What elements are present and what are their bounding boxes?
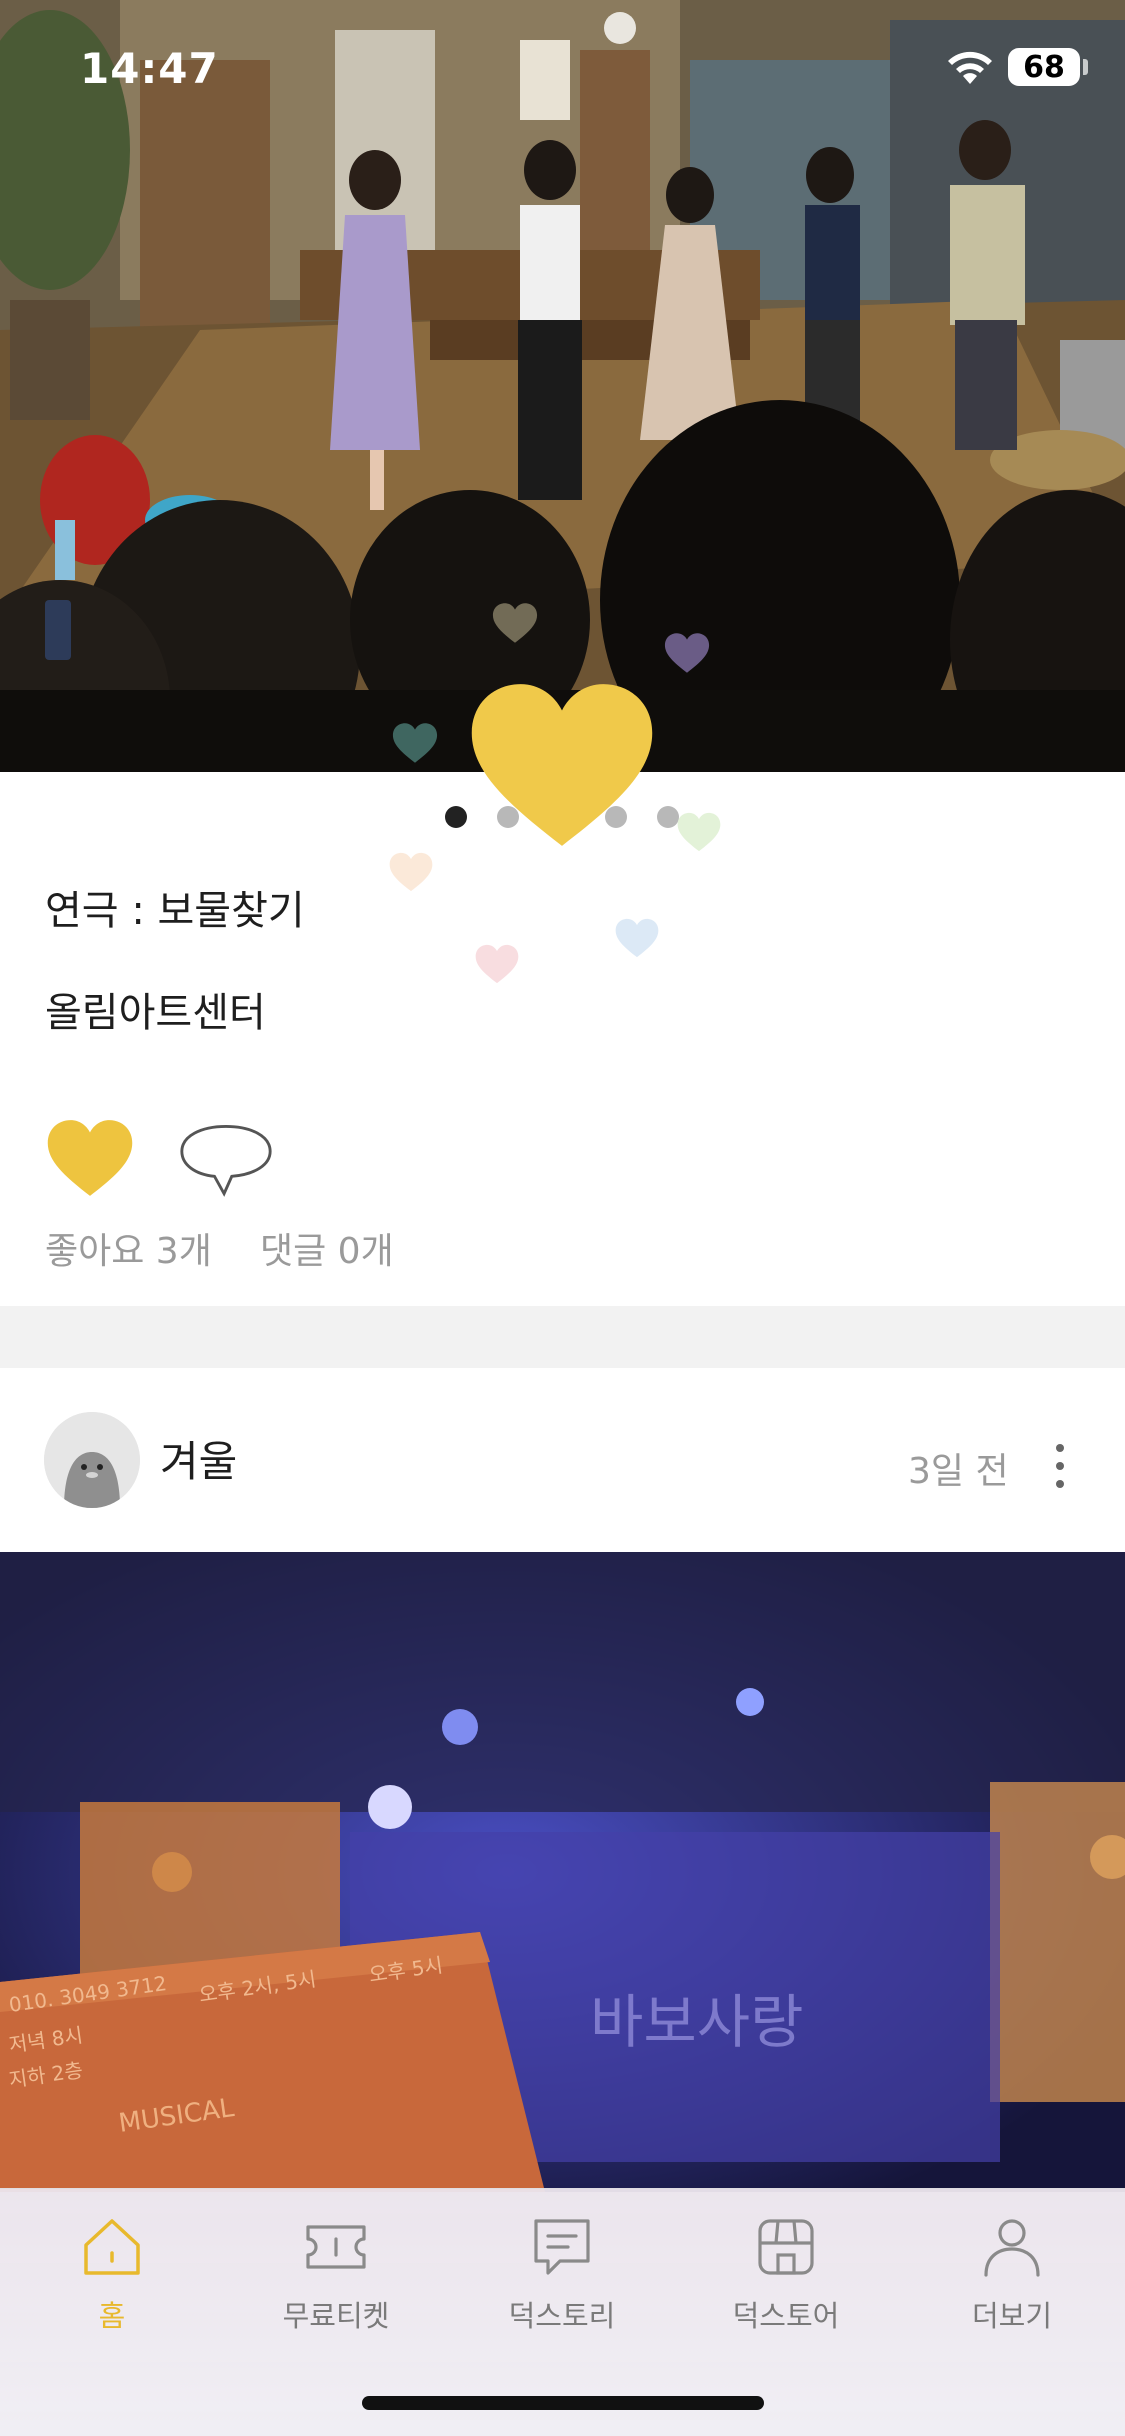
tab-label-home: 홈 [98, 2299, 126, 2333]
more-options-icon[interactable] [1040, 1440, 1080, 1492]
person-icon [984, 2219, 1040, 2277]
home-indicator [362, 2396, 764, 2410]
floating-heart-icon [615, 918, 659, 958]
status-bar: 14:47 68 [0, 0, 1125, 140]
post-venue: 올림아트센터 [45, 990, 266, 1036]
tab-more[interactable]: 더보기 [912, 2211, 1112, 2371]
battery-indicator: 68 [1008, 48, 1080, 86]
section-divider [0, 1306, 1125, 1368]
comments-count[interactable]: 댓글 0개 [260, 1222, 394, 1274]
chat-bubble-icon [534, 2219, 590, 2275]
floating-heart-icon [677, 812, 721, 852]
avatar[interactable] [44, 1412, 140, 1508]
floating-heart-icon [389, 852, 433, 892]
post-title: 연극 : 보물찾기 [45, 888, 305, 934]
tab-label-duck-story: 덕스토리 [508, 2299, 616, 2333]
store-icon [758, 2219, 814, 2275]
home-icon [84, 2219, 140, 2275]
tab-label-duck-store: 덕스토어 [732, 2299, 840, 2333]
ticket-icon [306, 2225, 366, 2269]
floating-heart-icon [392, 723, 438, 763]
battery-tip [1083, 59, 1088, 75]
tab-free-ticket[interactable]: 무료티켓 [236, 2211, 436, 2371]
stage-title-text: 바보사랑 [590, 1988, 803, 2056]
comment-bubble-icon[interactable] [178, 1122, 274, 1200]
like-heart-icon[interactable] [46, 1118, 134, 1198]
tab-duck-story[interactable]: 덕스토리 [462, 2211, 662, 2371]
author-name[interactable]: 겨울 [160, 1428, 237, 1489]
post-photo-musical[interactable]: 바보사랑 MUSICAL 010. 3049 3712 오후 2시, 5시 오후… [0, 1552, 1125, 2192]
likes-count[interactable]: 좋아요 3개 [45, 1222, 212, 1274]
like-animation-big-heart-icon [471, 684, 653, 846]
tab-label-more: 더보기 [971, 2299, 1053, 2333]
floating-heart-icon [492, 603, 538, 643]
wifi-icon [948, 51, 992, 84]
tab-label-free-ticket: 무료티켓 [282, 2299, 390, 2333]
post-timestamp: 3일 전 [908, 1451, 1009, 1492]
tab-home[interactable]: 홈 [12, 2211, 212, 2371]
floating-heart-icon [475, 944, 519, 984]
tab-duck-store[interactable]: 덕스토어 [686, 2211, 886, 2371]
status-time: 14:47 [80, 44, 219, 93]
floating-heart-icon [664, 633, 710, 673]
carousel-dot-1[interactable] [445, 806, 467, 828]
